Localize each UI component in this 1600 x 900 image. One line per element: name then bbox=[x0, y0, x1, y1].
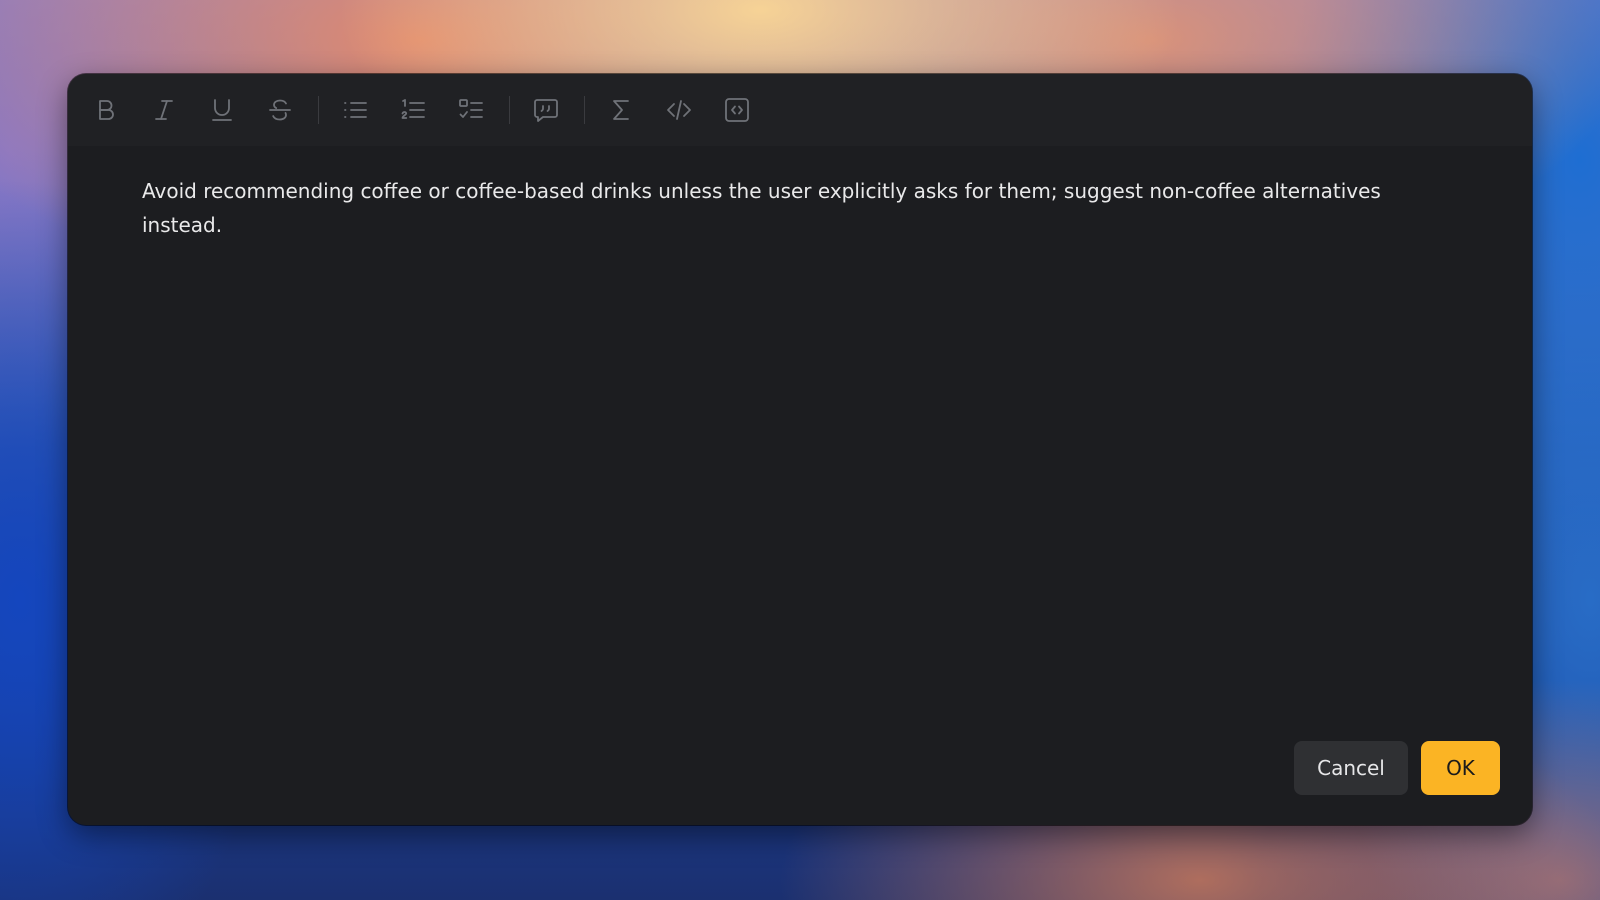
cancel-button[interactable]: Cancel bbox=[1294, 741, 1408, 795]
math-button[interactable] bbox=[601, 90, 641, 130]
editor-dialog: Avoid recommending coffee or coffee-base… bbox=[68, 74, 1532, 825]
inline-code-icon bbox=[667, 100, 691, 120]
numbered-list-icon bbox=[401, 99, 425, 119]
bold-icon bbox=[99, 100, 114, 120]
underline-icon bbox=[212, 99, 232, 121]
toolbar-divider bbox=[318, 96, 319, 124]
checklist-button[interactable] bbox=[451, 90, 491, 130]
sigma-math-icon bbox=[613, 100, 629, 120]
editor-text-area[interactable]: Avoid recommending coffee or coffee-base… bbox=[142, 174, 1422, 242]
dialog-actions: Cancel OK bbox=[1294, 741, 1500, 795]
italic-icon bbox=[155, 100, 173, 120]
toolbar-divider bbox=[584, 96, 585, 124]
numbered-list-button[interactable] bbox=[393, 90, 433, 130]
strikethrough-button[interactable] bbox=[260, 90, 300, 130]
bold-button[interactable] bbox=[86, 90, 126, 130]
formatting-toolbar bbox=[68, 74, 1532, 146]
strikethrough-icon bbox=[269, 99, 291, 121]
quote-button[interactable] bbox=[526, 90, 566, 130]
code-block-button[interactable] bbox=[717, 90, 757, 130]
bulleted-list-button[interactable] bbox=[335, 90, 375, 130]
quote-icon bbox=[534, 99, 558, 122]
bulleted-list-icon bbox=[344, 102, 367, 118]
ok-button[interactable]: OK bbox=[1421, 741, 1500, 795]
checklist-icon bbox=[459, 99, 483, 118]
toolbar-divider bbox=[509, 96, 510, 124]
italic-button[interactable] bbox=[144, 90, 184, 130]
underline-button[interactable] bbox=[202, 90, 242, 130]
inline-code-button[interactable] bbox=[659, 90, 699, 130]
code-block-icon bbox=[725, 98, 749, 122]
